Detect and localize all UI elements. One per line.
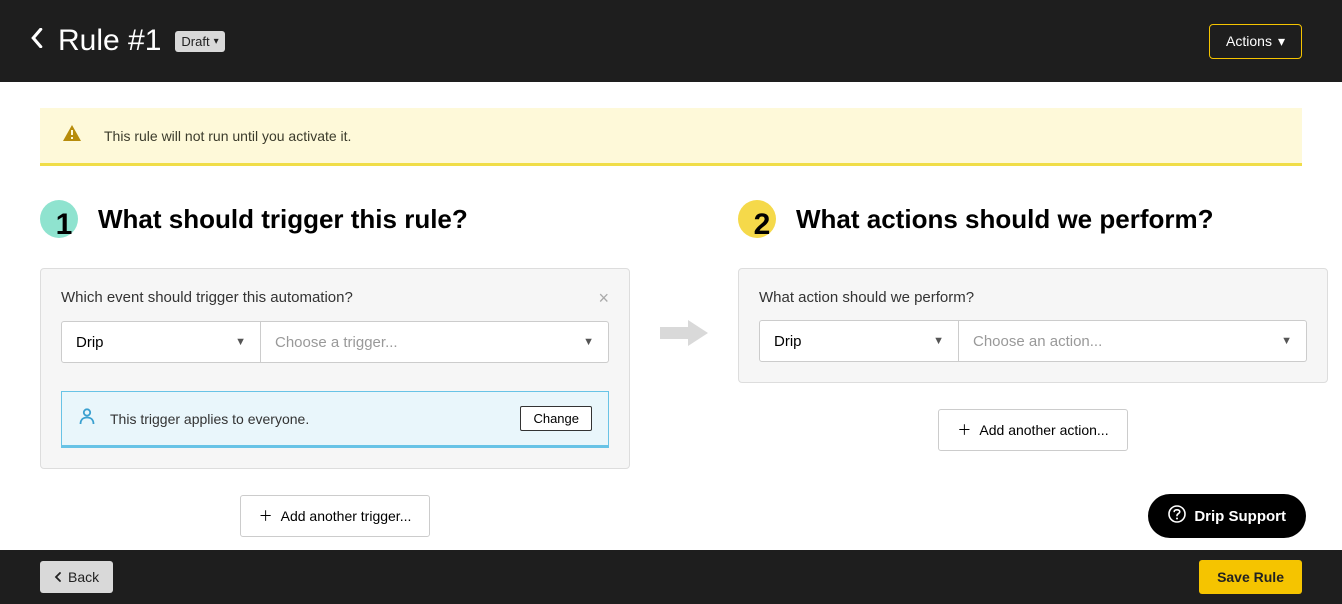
alert-text: This rule will not run until you activat…: [104, 128, 351, 144]
add-action-label: Add another action...: [979, 422, 1108, 438]
page-title: Rule #1: [58, 24, 161, 58]
save-rule-button[interactable]: Save Rule: [1199, 560, 1302, 594]
trigger-question: Which event should trigger this automati…: [61, 289, 353, 306]
trigger-scope-left: This trigger applies to everyone.: [78, 407, 309, 430]
add-trigger-button[interactable]: ＋ Add another trigger...: [240, 495, 431, 537]
add-trigger-row: ＋ Add another trigger...: [40, 469, 630, 537]
action-card-header: What action should we perform?: [759, 289, 1307, 306]
chevron-down-icon: ▼: [1281, 335, 1292, 347]
action-question: What action should we perform?: [759, 289, 974, 306]
rule-columns: 1 What should trigger this rule? Which e…: [40, 200, 1302, 537]
status-badge[interactable]: Draft ▾: [175, 31, 224, 52]
action-event-placeholder: Choose an action...: [973, 333, 1102, 350]
app-header: Rule #1 Draft ▾ Actions ▾: [0, 0, 1342, 82]
trigger-select-row: Drip ▼ Choose a trigger... ▼: [61, 321, 609, 363]
step-number-badge: 1: [40, 200, 78, 238]
plus-icon: ＋: [259, 506, 273, 526]
chevron-down-icon: ▼: [933, 335, 944, 347]
trigger-scope-text: This trigger applies to everyone.: [110, 411, 309, 427]
chevron-down-icon: ▼: [583, 336, 594, 348]
back-button[interactable]: Back: [40, 561, 113, 593]
trigger-card-header: Which event should trigger this automati…: [61, 289, 609, 307]
chevron-down-icon: ▾: [1278, 33, 1285, 50]
trigger-event-select[interactable]: Choose a trigger... ▼: [261, 321, 609, 363]
close-icon[interactable]: ×: [598, 289, 609, 307]
action-provider-value: Drip: [774, 333, 802, 350]
trigger-provider-value: Drip: [76, 334, 104, 351]
add-trigger-label: Add another trigger...: [281, 508, 412, 524]
actions-label: Actions: [1226, 33, 1272, 49]
chevron-down-icon: ▾: [214, 36, 219, 47]
back-chevron-icon[interactable]: [30, 28, 44, 54]
chevron-left-icon: [54, 569, 62, 585]
trigger-column: 1 What should trigger this rule? Which e…: [40, 200, 630, 537]
action-provider-select[interactable]: Drip ▼: [759, 320, 959, 362]
arrow-right-icon: [660, 320, 708, 351]
chevron-down-icon: ▼: [235, 336, 246, 348]
trigger-card: Which event should trigger this automati…: [40, 268, 630, 469]
person-icon: [78, 407, 96, 430]
trigger-section-header: 1 What should trigger this rule?: [40, 200, 630, 238]
trigger-scope-panel: This trigger applies to everyone. Change: [61, 391, 609, 448]
trigger-section-title: What should trigger this rule?: [98, 204, 468, 235]
action-card: What action should we perform? Drip ▼ Ch…: [738, 268, 1328, 383]
arrow-separator: [654, 200, 714, 351]
step-number-badge: 2: [738, 200, 776, 238]
trigger-provider-select[interactable]: Drip ▼: [61, 321, 261, 363]
header-left: Rule #1 Draft ▾: [30, 24, 225, 58]
action-event-select[interactable]: Choose an action... ▼: [959, 320, 1307, 362]
footer-bar: Back Save Rule: [0, 550, 1342, 604]
warning-icon: [62, 124, 82, 147]
action-section-header: 2 What actions should we perform?: [738, 200, 1328, 238]
draft-alert: This rule will not run until you activat…: [40, 108, 1302, 166]
status-text: Draft: [181, 34, 209, 49]
support-bubble[interactable]: Drip Support: [1148, 494, 1306, 538]
trigger-event-placeholder: Choose a trigger...: [275, 334, 398, 351]
action-column: 2 What actions should we perform? What a…: [738, 200, 1328, 451]
help-icon: [1168, 505, 1186, 527]
add-action-button[interactable]: ＋ Add another action...: [938, 409, 1127, 451]
action-section-title: What actions should we perform?: [796, 204, 1213, 235]
add-action-row: ＋ Add another action...: [738, 383, 1328, 451]
actions-dropdown-button[interactable]: Actions ▾: [1209, 24, 1302, 59]
plus-icon: ＋: [957, 420, 971, 440]
support-label: Drip Support: [1194, 508, 1286, 525]
action-select-row: Drip ▼ Choose an action... ▼: [759, 320, 1307, 362]
main-content: This rule will not run until you activat…: [0, 82, 1342, 550]
back-label: Back: [68, 569, 99, 585]
change-scope-button[interactable]: Change: [520, 406, 592, 431]
